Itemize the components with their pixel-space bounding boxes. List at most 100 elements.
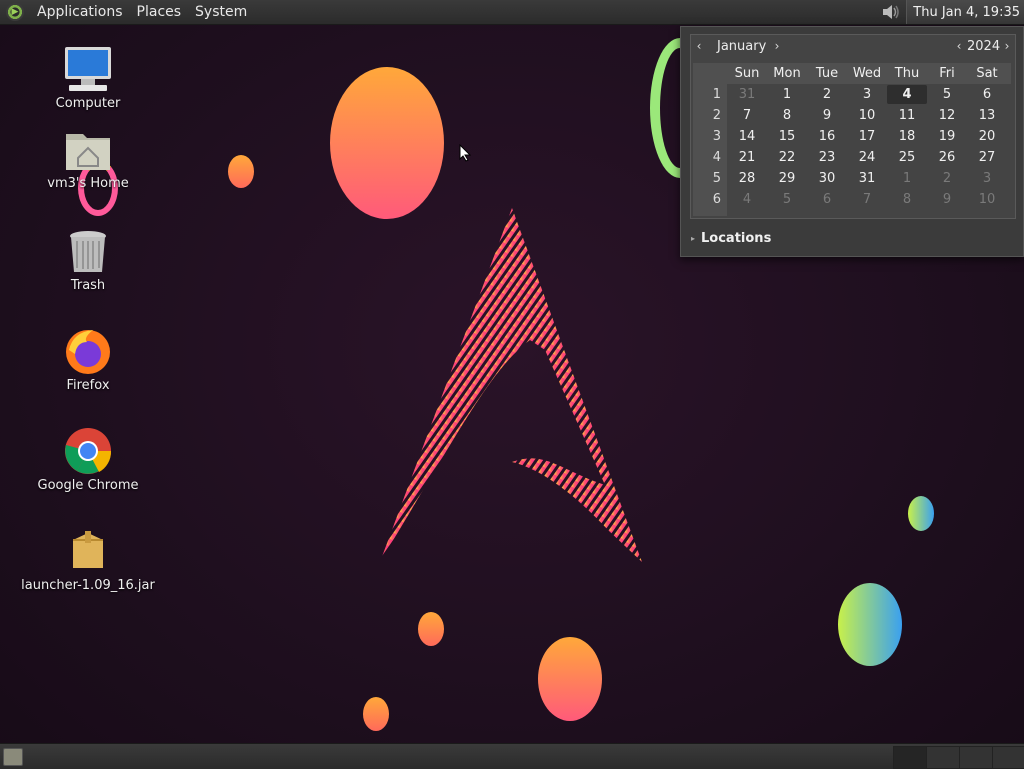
trash-icon (63, 226, 113, 276)
calendar-day[interactable]: 7 (847, 192, 887, 207)
calendar-day[interactable]: 2 (807, 87, 847, 102)
calendar-day[interactable]: 15 (767, 129, 807, 144)
calendar-day[interactable]: 1 (767, 87, 807, 102)
volume-icon[interactable] (880, 3, 902, 21)
calendar-day[interactable]: 20 (967, 129, 1007, 144)
desktop-icon-label: Google Chrome (37, 478, 139, 493)
calendar-day[interactable]: 3 (847, 87, 887, 102)
wallpaper-orb (228, 155, 254, 188)
desktop-icon-trash[interactable]: Trash (18, 226, 158, 293)
weekday-header: Tue (815, 66, 839, 81)
weekday-header: Wed (852, 66, 882, 81)
wallpaper-orb (908, 496, 934, 531)
calendar-day[interactable]: 29 (767, 171, 807, 186)
menu-applications[interactable]: Applications (30, 4, 130, 20)
calendar-day[interactable]: 18 (887, 129, 927, 144)
calendar-day-today[interactable]: 4 (887, 85, 927, 104)
calendar-day[interactable]: 10 (967, 192, 1007, 207)
prev-year-button[interactable]: ‹ (951, 39, 967, 53)
calendar-day[interactable]: 28 (727, 171, 767, 186)
desktop-icon-label: vm3's Home (47, 176, 129, 191)
calendar-day[interactable]: 11 (887, 108, 927, 123)
calendar-day[interactable]: 16 (807, 129, 847, 144)
calendar-day[interactable]: 30 (807, 171, 847, 186)
bottom-panel (0, 743, 1024, 769)
computer-icon (63, 44, 113, 94)
home-folder-icon (63, 124, 113, 174)
calendar-day[interactable]: 23 (807, 150, 847, 165)
calendar-day[interactable]: 14 (727, 129, 767, 144)
arch-logo (380, 208, 642, 562)
workspace-switcher-2[interactable] (926, 746, 960, 769)
calendar-day[interactable]: 8 (887, 192, 927, 207)
calendar-day[interactable]: 19 (927, 129, 967, 144)
calendar-header: ‹ January › ‹ 2024 › (691, 35, 1015, 57)
weekday-header: Sun (734, 66, 760, 81)
wallpaper-orb (538, 637, 602, 721)
desktop-icon-home[interactable]: vm3's Home (18, 124, 158, 191)
calendar-week-row: 3 14 15 16 17 18 19 20 (693, 126, 1011, 147)
week-number: 1 (712, 87, 721, 102)
calendar-day[interactable]: 10 (847, 108, 887, 123)
calendar-week-row: 6 4 5 6 7 8 9 10 (693, 189, 1011, 210)
calendar-day[interactable]: 1 (887, 171, 927, 186)
calendar-day[interactable]: 12 (927, 108, 967, 123)
calendar-day[interactable]: 5 (767, 192, 807, 207)
next-year-button[interactable]: › (999, 39, 1015, 53)
calendar-day[interactable]: 7 (727, 108, 767, 123)
calendar-day[interactable]: 21 (727, 150, 767, 165)
calendar-day[interactable]: 5 (927, 87, 967, 102)
week-number: 5 (712, 171, 721, 186)
mouse-cursor-icon (459, 144, 471, 162)
calendar-day[interactable]: 17 (847, 129, 887, 144)
calendar-day[interactable]: 13 (967, 108, 1007, 123)
calendar-day[interactable]: 6 (967, 87, 1007, 102)
calendar-day[interactable]: 4 (727, 192, 767, 207)
desktop-icon-jar[interactable]: launcher-1.09_16.jar (18, 526, 158, 593)
week-number: 4 (712, 150, 721, 165)
calendar-week-row: 4 21 22 23 24 25 26 27 (693, 147, 1011, 168)
calendar-day[interactable]: 31 (727, 87, 767, 102)
chrome-icon (63, 426, 113, 476)
calendar-day[interactable]: 6 (807, 192, 847, 207)
locations-label: Locations (701, 231, 772, 246)
desktop-icon-firefox[interactable]: Firefox (18, 326, 158, 393)
calendar-week-row: 2 7 8 9 10 11 12 13 (693, 105, 1011, 126)
calendar-day[interactable]: 31 (847, 171, 887, 186)
workspace-switcher-3[interactable] (959, 746, 993, 769)
calendar-day[interactable]: 9 (807, 108, 847, 123)
calendar-day[interactable]: 27 (967, 150, 1007, 165)
desktop-icon-computer[interactable]: Computer (18, 44, 158, 111)
prev-month-button[interactable]: ‹ (691, 39, 707, 53)
next-month-button[interactable]: › (769, 39, 785, 53)
desktop-icon-label: Trash (70, 278, 106, 293)
show-desktop-icon[interactable] (3, 748, 23, 766)
wallpaper-orb (838, 583, 902, 666)
calendar-day[interactable]: 3 (967, 171, 1007, 186)
top-panel: ▶ Applications Places System Thu Jan 4, … (0, 0, 1024, 25)
calendar-day[interactable]: 2 (927, 171, 967, 186)
calendar-day[interactable]: 8 (767, 108, 807, 123)
calendar-day[interactable]: 9 (927, 192, 967, 207)
workspace-switcher-1[interactable] (893, 746, 927, 769)
firefox-icon (63, 326, 113, 376)
desktop-icon-chrome[interactable]: Google Chrome (18, 426, 158, 493)
weekday-header: Sat (976, 66, 998, 81)
distro-logo-icon[interactable]: ▶ (6, 3, 24, 21)
weekday-header-row: Sun Mon Tue Wed Thu Fri Sat (693, 63, 1011, 84)
menu-places[interactable]: Places (130, 4, 189, 20)
locations-expander[interactable]: ▸ Locations (691, 231, 771, 246)
week-number: 6 (712, 192, 721, 207)
calendar-week-row: 1 31 1 2 3 4 5 6 (693, 84, 1011, 105)
calendar-day[interactable]: 26 (927, 150, 967, 165)
menu-system[interactable]: System (188, 4, 254, 20)
calendar-day[interactable]: 24 (847, 150, 887, 165)
desktop-icon-label: Firefox (66, 378, 110, 393)
clock[interactable]: Thu Jan 4, 19:35 (906, 0, 1024, 24)
calendar-day[interactable]: 25 (887, 150, 927, 165)
calendar-day[interactable]: 22 (767, 150, 807, 165)
week-number: 3 (712, 129, 721, 144)
workspace-switcher-4[interactable] (992, 746, 1024, 769)
weekday-header: Mon (773, 66, 801, 81)
calendar-popup: ‹ January › ‹ 2024 › Sun Mon Tue Wed Thu… (680, 26, 1024, 257)
